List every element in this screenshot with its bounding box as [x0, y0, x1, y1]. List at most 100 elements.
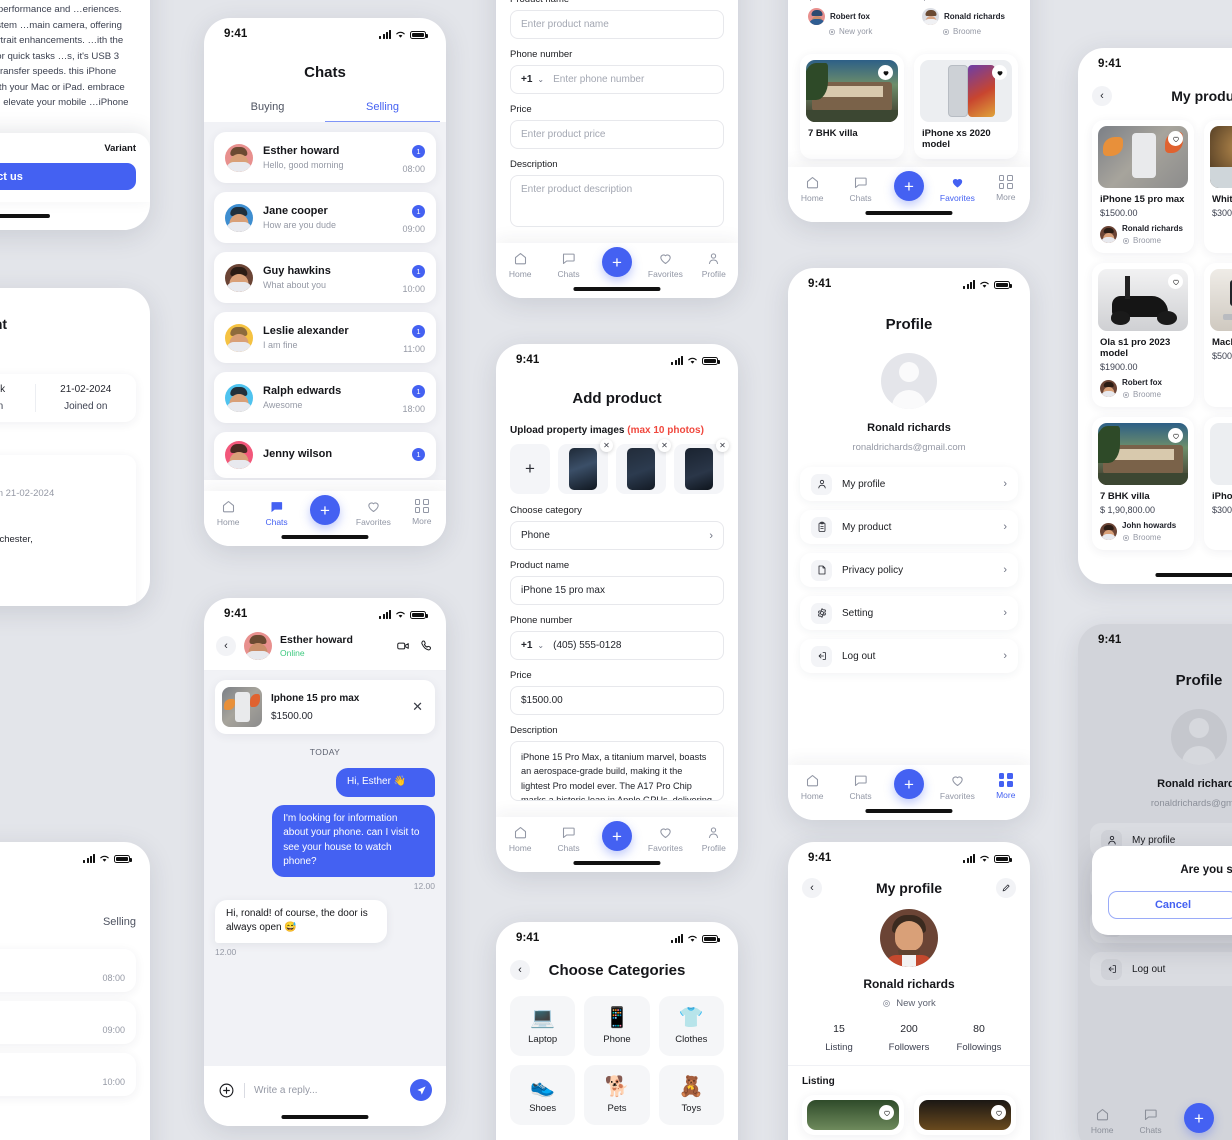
field-input[interactable]: +1 ⌄ Enter phone number [510, 65, 724, 94]
back-button[interactable]: ‹ [802, 878, 822, 898]
close-pinned-product-icon[interactable]: ✕ [412, 699, 428, 715]
reply-input[interactable]: Write a reply... [254, 1085, 401, 1096]
category-tile[interactable]: 👕 Clothes [658, 996, 724, 1056]
favorite-toggle[interactable] [992, 65, 1007, 80]
tab-chats[interactable]: Chats [838, 175, 884, 203]
tab-chats[interactable]: Chats [254, 499, 300, 527]
attach-icon[interactable] [218, 1082, 235, 1099]
tab-chats[interactable]: Chats [838, 773, 884, 801]
product-card[interactable]: $1900.00 Robert fox New york [800, 0, 904, 42]
remove-photo-icon[interactable]: ✕ [658, 439, 671, 452]
favorite-toggle[interactable] [1168, 428, 1183, 443]
add-product-fab[interactable]: + [1183, 1103, 1214, 1133]
menu-item-setting[interactable]: Setting › [800, 596, 1018, 630]
category-select[interactable]: Phone › [510, 521, 724, 550]
favorite-toggle[interactable] [1168, 274, 1183, 289]
chat-list-item[interactable]: r howard good morning 08:00 [0, 949, 136, 993]
tab-favorites[interactable]: Favorites [350, 499, 396, 527]
chat-list-item[interactable]: Jane cooper How are you dude 1 09:00 [214, 192, 436, 243]
chat-list-item[interactable]: Guy hawkins What about you 1 10:00 [214, 252, 436, 303]
back-button[interactable]: ‹ [216, 636, 236, 656]
add-product-fab[interactable]: + [893, 769, 924, 799]
chat-list-item[interactable]: Jenny wilson 1 [214, 432, 436, 478]
tab-add[interactable]: + [302, 495, 348, 525]
tab-home[interactable]: Home [497, 251, 543, 279]
contact-us-button[interactable]: Contact us [0, 163, 136, 190]
product-name-input[interactable]: iPhone 15 pro max [510, 576, 724, 605]
field-input[interactable]: Enter product price [510, 120, 724, 149]
favorite-toggle[interactable] [879, 1105, 894, 1120]
tab-profile[interactable]: Profile [691, 825, 737, 853]
product-card[interactable]: Macb... $500.0 [1204, 263, 1232, 407]
tab-chats[interactable]: Chats [546, 251, 592, 279]
tab-add[interactable]: + [1176, 1103, 1222, 1133]
tab-more[interactable]: More [983, 175, 1029, 202]
field-input[interactable]: Enter product name [510, 10, 724, 39]
chat-list-item[interactable]: cooper e you dude 09:00 [0, 1001, 136, 1045]
tab-favorites[interactable]: Favorites [934, 773, 980, 801]
menu-item-privacy-policy[interactable]: Privacy policy › [800, 553, 1018, 587]
product-card[interactable]: 7 BHK villa $ 1,90,800.00 John howards B… [1092, 417, 1194, 550]
chevron-down-icon[interactable]: ⌄ [537, 641, 544, 650]
video-call-icon[interactable] [396, 639, 410, 653]
chat-list-item[interactable]: Esther howard Hello, good morning 1 08:0… [214, 132, 436, 183]
chat-list-item[interactable]: hawkins out you 10:00 [0, 1053, 136, 1097]
add-product-fab[interactable]: + [601, 247, 632, 277]
listing-card[interactable] [914, 1095, 1016, 1135]
description-textarea[interactable]: iPhone 15 Pro Max, a titanium marvel, bo… [510, 741, 724, 801]
remove-photo-icon[interactable]: ✕ [716, 439, 729, 452]
menu-item-log out[interactable]: Log out [1090, 952, 1232, 986]
product-card[interactable]: White... $300.0 [1204, 120, 1232, 253]
tab-more[interactable]: More [399, 499, 445, 526]
listing-card[interactable] [802, 1095, 904, 1135]
tab-add[interactable]: + [594, 247, 640, 277]
tab-selling[interactable]: Selling [325, 101, 440, 122]
uploaded-photo[interactable]: ✕ [674, 439, 729, 494]
tab-chats[interactable]: Chats [546, 825, 592, 853]
chat-list-item[interactable]: Ralph edwards Awesome 1 18:00 [214, 372, 436, 423]
category-tile[interactable]: 💻 Laptop [510, 996, 576, 1056]
uploaded-photo[interactable]: ✕ [558, 439, 613, 494]
category-tile[interactable]: 🐕 Pets [584, 1065, 650, 1125]
tab-favorites[interactable]: Favorites [934, 175, 980, 203]
add-product-fab[interactable]: + [893, 171, 924, 201]
category-tile[interactable]: 📱 Phone [584, 996, 650, 1056]
tab-profile[interactable]: Profile [691, 251, 737, 279]
menu-item-log-out[interactable]: Log out › [800, 639, 1018, 673]
field-input[interactable]: Enter product description [510, 175, 724, 227]
tab-add[interactable]: + [886, 171, 932, 201]
product-card[interactable]: Ola s1 pro 2023 model $1900.00 Robert fo… [1092, 263, 1194, 407]
back-button[interactable]: ‹ [1092, 86, 1112, 106]
tab-favorites[interactable]: Favorites [642, 251, 688, 279]
tab-favorites[interactable]: Favorites [642, 825, 688, 853]
remove-photo-icon[interactable]: ✕ [600, 439, 613, 452]
tab-home[interactable]: Home [205, 499, 251, 527]
tab-home[interactable]: Home [789, 175, 835, 203]
tab-add[interactable]: + [886, 769, 932, 799]
menu-item-my-profile[interactable]: My profile › [800, 467, 1018, 501]
tab-more[interactable]: More [983, 773, 1029, 800]
favorite-toggle[interactable] [991, 1105, 1006, 1120]
add-product-fab[interactable]: + [309, 495, 340, 525]
category-tile[interactable]: 👟 Shoes [510, 1065, 576, 1125]
phone-call-icon[interactable] [420, 639, 434, 653]
send-button[interactable] [410, 1079, 432, 1101]
chat-list-item[interactable]: Leslie alexander I am fine 1 11:00 [214, 312, 436, 363]
product-card[interactable]: iPhon... $300.0 [1204, 417, 1232, 550]
favorite-toggle[interactable] [1168, 131, 1183, 146]
tab-home[interactable]: Home [1079, 1107, 1125, 1135]
cancel-button[interactable]: Cancel [1108, 891, 1232, 919]
tab-selling-partial[interactable]: Selling [103, 916, 136, 935]
favorite-toggle[interactable] [878, 65, 893, 80]
tab-home[interactable]: Home [497, 825, 543, 853]
tab-add[interactable]: + [594, 821, 640, 851]
uploaded-photo[interactable]: ✕ [616, 439, 671, 494]
price-input[interactable]: $1500.00 [510, 686, 724, 715]
edit-profile-button[interactable] [996, 878, 1016, 898]
tab-buying[interactable]: Buying [210, 101, 325, 122]
category-tile[interactable]: 🧸 Toys [658, 1065, 724, 1125]
tab-home[interactable]: Home [789, 773, 835, 801]
product-card[interactable]: iPhone xs 2020 model [914, 54, 1018, 159]
product-card[interactable]: $500.00 Ronald richards Broome [914, 0, 1018, 42]
phone-number-input[interactable]: +1 ⌄ (405) 555-0128 [510, 631, 724, 660]
